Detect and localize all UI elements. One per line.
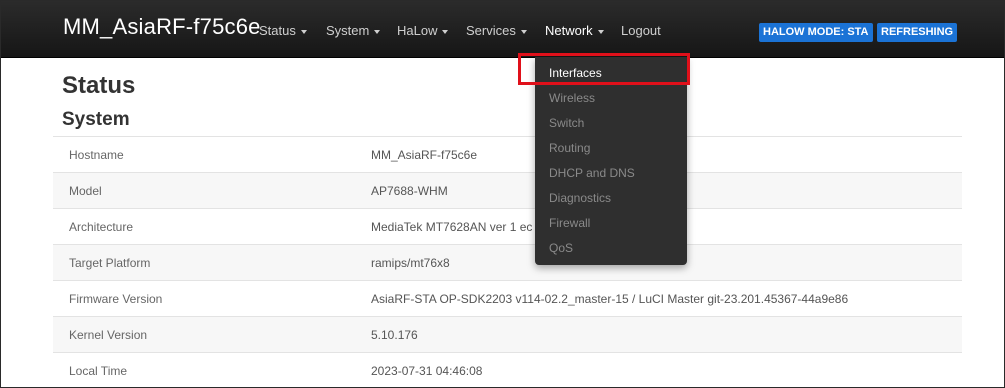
nav-menu-label: Network bbox=[545, 23, 593, 38]
nav-menu-label: Status bbox=[259, 23, 296, 38]
caret-down-icon bbox=[300, 29, 307, 34]
nav-menu-label: HaLow bbox=[397, 23, 438, 38]
row-label: Local Time bbox=[69, 364, 128, 378]
brand-hostname[interactable]: MM_AsiaRF-f75c6e bbox=[63, 14, 261, 40]
nav-menu-label: Services bbox=[466, 23, 516, 38]
table-row: Hostname MM_AsiaRF-f75c6e bbox=[53, 136, 962, 172]
table-row: Model AP7688-WHM bbox=[53, 172, 962, 208]
row-value: AP7688-WHM bbox=[371, 184, 448, 198]
row-label: Kernel Version bbox=[69, 328, 148, 342]
network-dropdown-menu: Interfaces Wireless Switch Routing DHCP … bbox=[535, 57, 687, 265]
row-label: Model bbox=[69, 184, 102, 198]
interfaces-highlight-box bbox=[518, 53, 690, 85]
caret-down-icon bbox=[442, 29, 449, 34]
nav-menu-system[interactable]: System bbox=[326, 23, 381, 38]
menu-item-wireless[interactable]: Wireless bbox=[549, 91, 595, 105]
caret-down-icon bbox=[597, 29, 604, 34]
table-row: Target Platform ramips/mt76x8 bbox=[53, 244, 962, 280]
menu-item-routing[interactable]: Routing bbox=[549, 141, 590, 155]
table-row: Architecture MediaTek MT7628AN ver 1 ec bbox=[53, 208, 962, 244]
row-value: AsiaRF-STA OP-SDK2203 v114-02.2_master-1… bbox=[371, 292, 849, 306]
caret-down-icon bbox=[374, 29, 381, 34]
table-row: Firmware Version AsiaRF-STA OP-SDK2203 v… bbox=[53, 280, 962, 316]
nav-menu-services[interactable]: Services bbox=[466, 23, 527, 38]
nav-menu-halow[interactable]: HaLow bbox=[397, 23, 449, 38]
nav-logout-link[interactable]: Logout bbox=[621, 23, 661, 38]
row-label: Firmware Version bbox=[69, 292, 163, 306]
row-label: Hostname bbox=[69, 148, 124, 162]
table-row: Kernel Version 5.10.176 bbox=[53, 316, 962, 352]
row-label: Target Platform bbox=[69, 256, 151, 270]
row-value: MM_AsiaRF-f75c6e bbox=[371, 148, 478, 162]
system-info-table: Hostname MM_AsiaRF-f75c6e Model AP7688-W… bbox=[53, 136, 962, 387]
section-title: System bbox=[62, 109, 130, 130]
browser-frame: MM_AsiaRF-f75c6e Status System HaLow Ser… bbox=[0, 0, 1005, 388]
halow-mode-badge: HALOW MODE: STA bbox=[759, 23, 873, 42]
top-navbar: MM_AsiaRF-f75c6e Status System HaLow Ser… bbox=[1, 1, 1004, 58]
row-value: 5.10.176 bbox=[371, 328, 418, 342]
page-title: Status bbox=[62, 72, 136, 99]
nav-menu-network[interactable]: Network bbox=[545, 23, 604, 38]
row-value: 2023-07-31 04:46:08 bbox=[371, 364, 483, 378]
nav-menu-label: System bbox=[326, 23, 370, 38]
caret-down-icon bbox=[520, 29, 527, 34]
menu-item-qos[interactable]: QoS bbox=[549, 241, 573, 255]
row-value: ramips/mt76x8 bbox=[371, 256, 450, 270]
refreshing-badge[interactable]: REFRESHING bbox=[877, 23, 958, 42]
menu-item-switch[interactable]: Switch bbox=[549, 116, 584, 130]
nav-menu-status[interactable]: Status bbox=[259, 23, 307, 38]
menu-item-diagnostics[interactable]: Diagnostics bbox=[549, 191, 611, 205]
menu-item-dhcp-and-dns[interactable]: DHCP and DNS bbox=[549, 166, 635, 180]
row-value: MediaTek MT7628AN ver 1 ec bbox=[371, 220, 533, 234]
menu-item-firewall[interactable]: Firewall bbox=[549, 216, 590, 230]
table-row: Local Time 2023-07-31 04:46:08 bbox=[53, 352, 962, 387]
row-label: Architecture bbox=[69, 220, 134, 234]
